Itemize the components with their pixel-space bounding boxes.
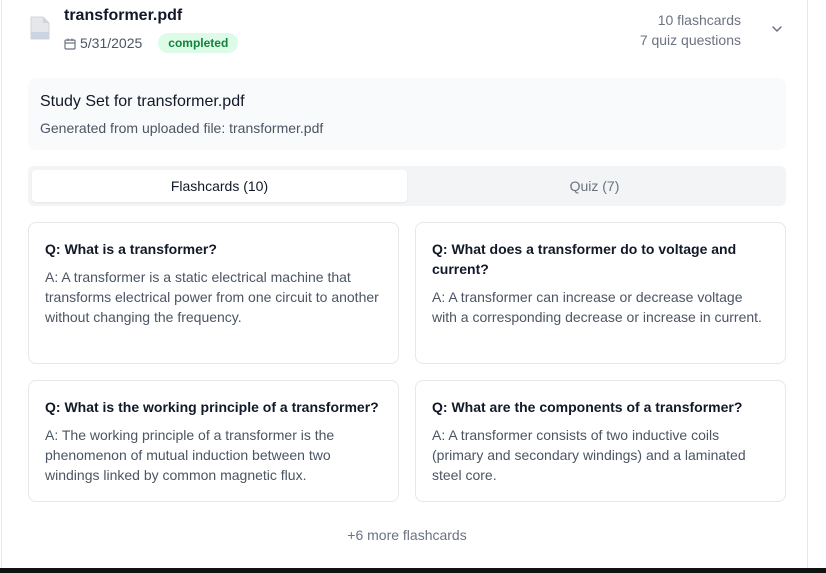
flashcard-question: Q: What is the working principle of a tr… <box>45 399 379 415</box>
study-set-title: Study Set for transformer.pdf <box>40 93 245 110</box>
file-meta: 5/31/2025 completed <box>64 33 239 53</box>
flashcard[interactable]: Q: What does a transformer do to voltage… <box>415 222 786 364</box>
flashcard-question: Q: What are the components of a transfor… <box>432 399 743 415</box>
flashcard-question: Q: What does a transformer do to voltage… <box>432 241 737 277</box>
flashcard[interactable]: Q: What is a transformer? A: A transform… <box>28 222 399 364</box>
study-set-panel: transformer.pdf 5/31/2025 completed 10 f… <box>1 0 808 568</box>
status-badge: completed <box>158 33 239 53</box>
chevron-down-icon[interactable] <box>771 22 783 34</box>
flashcard[interactable]: Q: What are the components of a transfor… <box>415 380 786 502</box>
study-counts: 10 flashcards 7 quiz questions <box>640 10 741 50</box>
flashcard-answer: A: A transformer can increase or decreas… <box>432 289 762 325</box>
flashcard-answer: A: The working principle of a transforme… <box>45 427 335 483</box>
flashcard-answer: A: A transformer is a static electrical … <box>45 269 379 325</box>
study-set-subtitle: Generated from uploaded file: transforme… <box>40 120 324 136</box>
file-icon <box>30 16 50 40</box>
more-flashcards-label: +6 more flashcards <box>347 527 467 543</box>
flashcard-question: Q: What is a transformer? <box>45 241 217 257</box>
tab-flashcards[interactable]: Flashcards (10) <box>32 170 407 202</box>
study-set-info: Study Set for transformer.pdf Generated … <box>28 78 786 150</box>
flashcard[interactable]: Q: What is the working principle of a tr… <box>28 380 399 502</box>
tab-bar: Flashcards (10) Quiz (7) <box>28 166 786 206</box>
flashcards-count: 10 flashcards <box>657 12 741 28</box>
file-date: 5/31/2025 <box>80 35 143 51</box>
calendar-icon <box>64 37 76 50</box>
quiz-count: 7 quiz questions <box>639 32 741 48</box>
tab-quiz[interactable]: Quiz (7) <box>407 170 782 202</box>
file-name: transformer.pdf <box>64 7 183 24</box>
bottom-edge <box>0 568 826 573</box>
flashcard-answer: A: A transformer consists of two inducti… <box>432 427 746 483</box>
